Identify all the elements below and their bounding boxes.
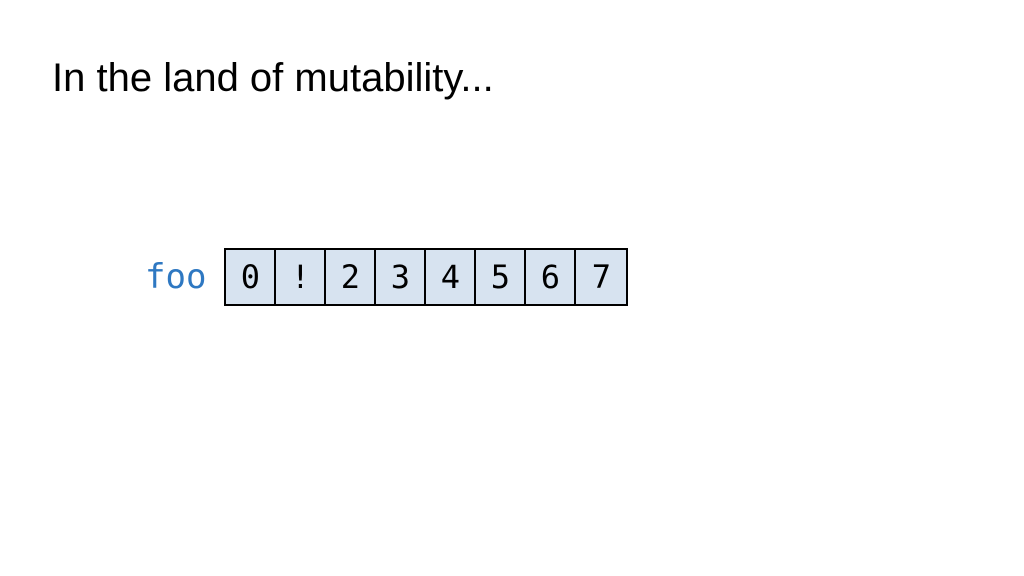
array-cell: 6: [526, 250, 576, 304]
array-box: 0 ! 2 3 4 5 6 7: [224, 248, 628, 306]
slide-title: In the land of mutability...: [52, 56, 494, 101]
array-cell: !: [276, 250, 326, 304]
array-cell: 0: [226, 250, 276, 304]
array-cell: 7: [576, 250, 626, 304]
array-cell: 3: [376, 250, 426, 304]
array-cell: 2: [326, 250, 376, 304]
array-diagram: foo 0 ! 2 3 4 5 6 7: [145, 248, 628, 306]
array-cell: 4: [426, 250, 476, 304]
variable-label: foo: [145, 257, 206, 297]
array-cell: 5: [476, 250, 526, 304]
